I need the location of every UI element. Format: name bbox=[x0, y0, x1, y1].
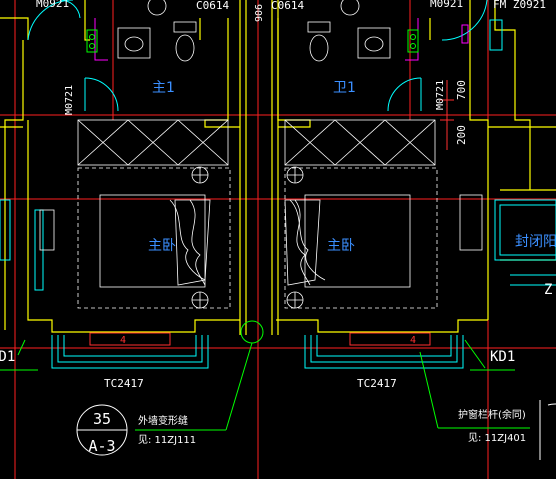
dimension-700: 700 bbox=[455, 80, 468, 100]
walls bbox=[0, 0, 556, 335]
kd-label-left: KD1 bbox=[0, 349, 15, 365]
room-label-bath-left: 主1 bbox=[152, 80, 175, 96]
door-label-left-vertical: M0721 bbox=[64, 85, 75, 115]
note-deformation-joint: 外墙变形缝 bbox=[138, 414, 188, 427]
room-label-bedroom-right: 主卧 bbox=[327, 238, 355, 254]
window-label-left: C0614 bbox=[196, 0, 229, 12]
window-label-tc-right: TC2417 bbox=[357, 377, 397, 390]
joint-width-label: 906 bbox=[254, 4, 265, 22]
room-label-bath-right: 卫1 bbox=[333, 80, 356, 96]
dimension-box-left: 4 bbox=[120, 335, 126, 346]
dimension-box-right: 4 bbox=[410, 335, 416, 346]
door-label-far-right: FM Z0921 bbox=[493, 0, 546, 11]
dimension-200: 200 bbox=[455, 125, 468, 145]
ref-deformation-joint: 见: 11ZJ111 bbox=[138, 434, 196, 446]
room-label-bedroom-left: 主卧 bbox=[148, 238, 176, 254]
ref-window-railing: 见: 11ZJ401 bbox=[468, 432, 526, 444]
deformation-joint-bubble bbox=[240, 320, 264, 344]
note-window-railing: 护窗栏杆(余同) bbox=[458, 408, 526, 421]
window-label-tc-left: TC2417 bbox=[104, 377, 144, 390]
room-label-balcony: 封闭阳 bbox=[515, 234, 556, 250]
axis-letter-label: Z bbox=[544, 282, 552, 298]
door-label-left: M0921 bbox=[36, 0, 69, 10]
detail-number: 35 bbox=[93, 410, 111, 428]
floor-plan-drawing: M0921 C0614 C0614 M0921 FM Z0921 906 主1 … bbox=[0, 0, 556, 479]
grid-bubbles bbox=[0, 29, 530, 431]
door-label-right-vertical: M0721 bbox=[435, 80, 446, 110]
detail-sheet: A-3 bbox=[88, 437, 115, 455]
window-label-right: C0614 bbox=[271, 0, 304, 12]
kd-label-right: KD1 bbox=[490, 349, 515, 365]
door-label-right: M0921 bbox=[430, 0, 463, 10]
